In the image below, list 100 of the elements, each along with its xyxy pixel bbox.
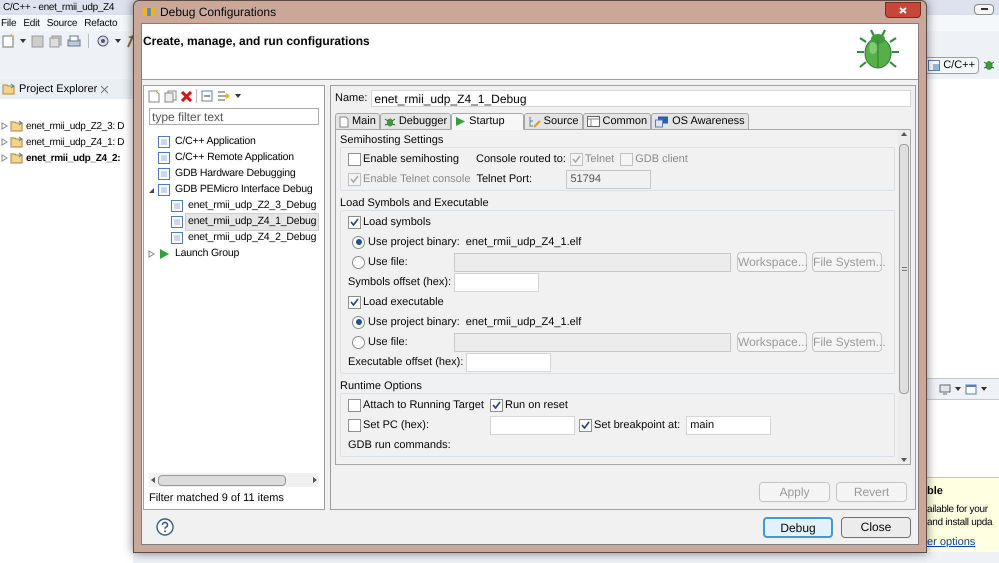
scroll-right-arrow[interactable] (313, 477, 317, 483)
tree-item[interactable]: enet_rmii_udp_Z4_1_Debug (185, 213, 320, 231)
checkbox-label[interactable]: Run on reset (505, 396, 574, 414)
menu-item[interactable]: Refacto (84, 16, 118, 30)
checkbox-label[interactable]: Set PC (hex): (363, 416, 436, 434)
new-file-icon[interactable] (1, 34, 15, 48)
radio-button[interactable] (352, 336, 365, 348)
text-field[interactable] (454, 272, 540, 292)
tab[interactable]: Source (524, 113, 582, 130)
horizontal-scrollbar[interactable] (149, 473, 319, 487)
radio-label[interactable]: Use project binary: (368, 314, 460, 330)
radio-button[interactable] (352, 236, 365, 248)
notification-title: ble (927, 484, 944, 499)
checkbox[interactable] (348, 418, 361, 432)
tree-item[interactable]: Launch Group (172, 245, 242, 263)
print-icon[interactable] (67, 34, 81, 48)
config-icon (171, 232, 183, 244)
dropdown-arrow[interactable] (981, 387, 987, 391)
tab[interactable]: Common (582, 113, 652, 130)
project-item[interactable]: enet_rmii_udp_Z2_3: D (26, 118, 124, 134)
tree-item[interactable]: GDB PEMicro Interface Debug (172, 181, 316, 199)
document-icon (339, 116, 349, 128)
tree-item[interactable]: GDB Hardware Debugging (172, 165, 298, 183)
dropdown-arrow[interactable] (235, 94, 241, 98)
close-icon[interactable] (100, 84, 110, 94)
tree-item[interactable]: C/C++ Application (172, 133, 259, 151)
tree-item[interactable]: enet_rmii_udp_Z2_3_Debug (185, 197, 320, 215)
radio-label[interactable]: Use file: (368, 334, 408, 350)
config-icon (171, 200, 183, 212)
field-label: Console routed to: (476, 152, 567, 167)
checkbox-label[interactable]: Load executable (363, 294, 450, 310)
dialog-button[interactable]: Debug (763, 516, 833, 538)
project-item[interactable]: enet_rmii_udp_Z4_2: (26, 150, 120, 166)
filter-field[interactable]: type filter text (149, 108, 319, 125)
checkbox[interactable] (348, 216, 361, 228)
radio-label[interactable]: Use file: (368, 254, 408, 270)
text-field[interactable]: main (686, 416, 772, 434)
radio-button[interactable] (352, 256, 365, 268)
filter-icon[interactable] (217, 90, 231, 102)
tab[interactable]: Startup (451, 113, 524, 130)
menu-item[interactable]: Source (46, 16, 78, 30)
delete-icon[interactable] (181, 90, 192, 102)
monitor-icon[interactable] (939, 384, 951, 394)
radio-label[interactable]: Use project binary: (368, 234, 460, 250)
menu-item[interactable]: File (1, 16, 16, 30)
text-field[interactable] (490, 416, 575, 434)
app-icon (143, 8, 155, 16)
checkbox[interactable] (348, 152, 361, 166)
checkbox[interactable] (579, 418, 592, 432)
name-field[interactable]: enet_rmii_udp_Z4_1_Debug (371, 90, 911, 107)
scroll-down-arrow[interactable] (901, 458, 907, 462)
checkbox[interactable] (348, 398, 361, 412)
dropdown-arrow[interactable] (20, 39, 26, 43)
checkbox-label[interactable]: Load symbols (363, 214, 437, 230)
perspective-button[interactable]: C/C++ (924, 56, 979, 74)
collapse-all-icon[interactable] (201, 90, 213, 102)
help-icon[interactable] (156, 518, 174, 536)
expand-arrow[interactable] (148, 186, 155, 194)
tree-item[interactable]: C/C++ Remote Application (172, 149, 297, 167)
config-icon (171, 216, 183, 228)
dialog-title: Debug Configurations (160, 4, 276, 21)
folder-icon (10, 120, 24, 132)
checkbox-label[interactable]: Attach to Running Target (363, 396, 490, 414)
checkbox[interactable] (348, 296, 361, 308)
dropdown-arrow[interactable] (955, 387, 961, 391)
checkbox-label[interactable]: Enable semihosting (363, 150, 466, 168)
duplicate-icon[interactable] (164, 90, 177, 102)
save-icon[interactable] (31, 34, 44, 48)
options-link[interactable]: er options (927, 534, 999, 550)
vertical-scrollbar[interactable] (898, 130, 910, 464)
project-item[interactable]: enet_rmii_udp_Z4_1: D (26, 134, 124, 150)
dropdown-arrow[interactable] (115, 39, 121, 43)
text-field[interactable] (466, 352, 552, 372)
scroll-left-arrow[interactable] (151, 477, 155, 483)
close-button[interactable] (885, 2, 921, 18)
minimize-button[interactable] (974, 4, 994, 14)
tab[interactable]: Debugger (380, 113, 452, 130)
field-label: Telnet Port: (476, 172, 534, 187)
close-icon (899, 6, 907, 14)
field-label: Symbols offset (hex): (348, 274, 452, 290)
scroll-up-arrow[interactable] (901, 132, 907, 136)
menu-item[interactable]: Edit (23, 16, 40, 30)
tree-item[interactable]: enet_rmii_udp_Z4_2_Debug (185, 229, 320, 247)
checkbox[interactable] (490, 398, 503, 412)
monitor-icon (655, 116, 670, 128)
binary-path: enet_rmii_udp_Z4_1.elf (466, 314, 582, 330)
field-label: Executable offset (hex): (348, 354, 464, 370)
pencil-icon (528, 116, 541, 128)
group-title: Semihosting Settings (340, 133, 444, 147)
name-label: Name: (335, 91, 368, 106)
beetle-icon[interactable] (983, 59, 995, 71)
save-all-icon[interactable] (49, 34, 62, 48)
new-window-icon[interactable] (965, 383, 977, 395)
play-icon (455, 116, 466, 127)
tab[interactable]: Main (335, 113, 380, 130)
radio-button[interactable] (352, 316, 365, 328)
checkbox-label[interactable]: Set breakpoint at: (594, 416, 686, 434)
dialog-button[interactable]: Close (841, 516, 911, 538)
new-config-icon[interactable] (148, 90, 160, 102)
tab[interactable]: OS Awareness (651, 113, 749, 130)
